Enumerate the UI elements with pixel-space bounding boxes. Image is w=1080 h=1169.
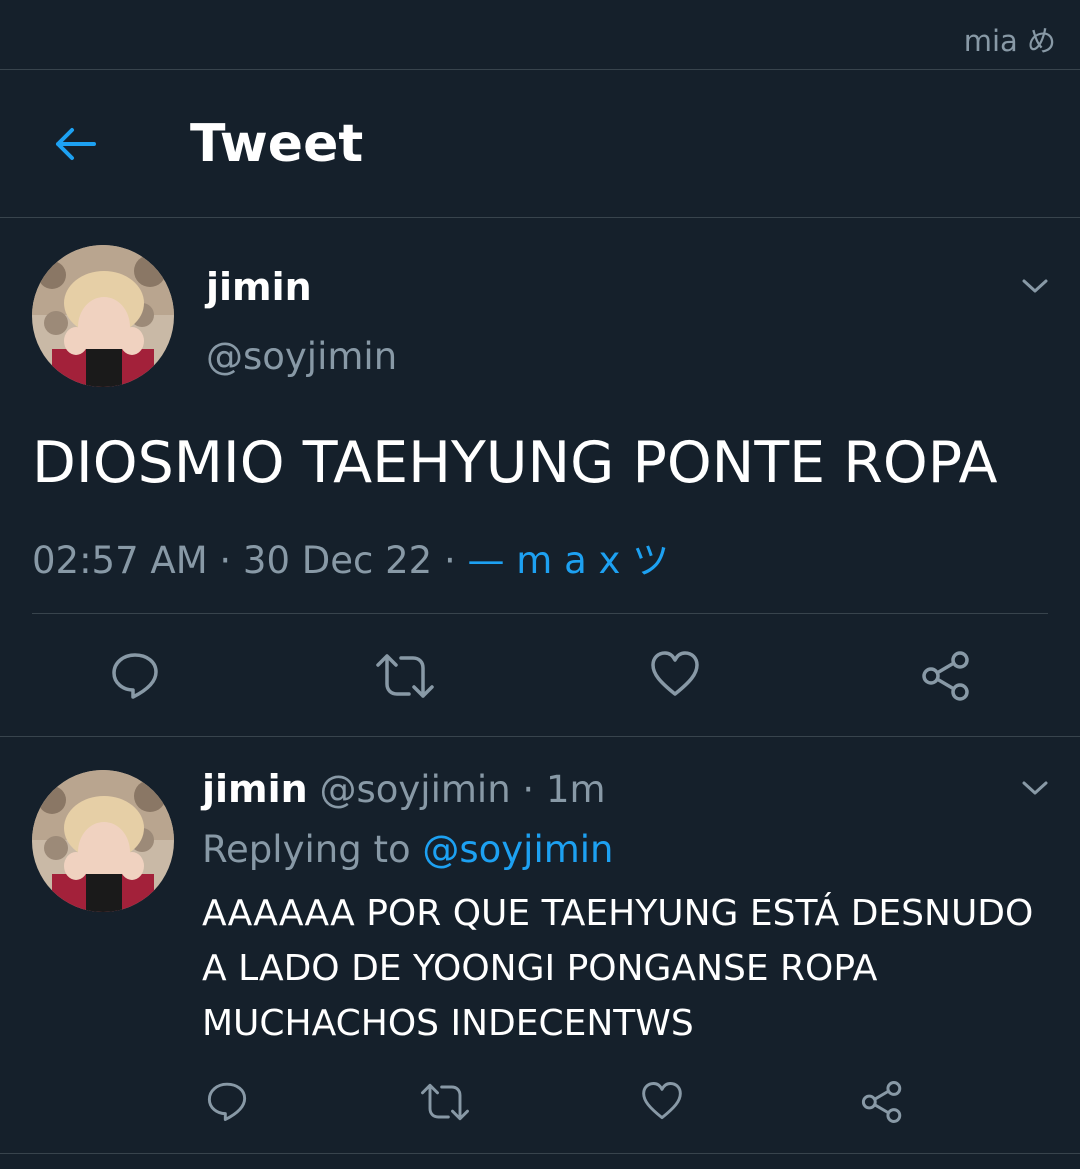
heart-icon[interactable]	[650, 650, 700, 698]
reply-header: jimin @soyjimin · 1m	[202, 767, 606, 811]
top-header: Tweet	[0, 70, 1080, 218]
tweet-text: DIOSMIO TAEHYUNG PONTE ROPA	[32, 430, 998, 496]
meta-separator: ·	[432, 539, 468, 582]
replying-to: Replying to @soyjimin	[202, 828, 614, 871]
share-icon[interactable]	[860, 1080, 904, 1124]
avatar-image	[32, 245, 174, 387]
divider	[0, 1153, 1080, 1154]
tweet-date: 30 Dec 22	[242, 539, 433, 582]
tweet-source[interactable]: — m a x ツ	[468, 539, 670, 582]
reply-separator: ·	[510, 768, 546, 811]
speech-bubble-icon[interactable]	[110, 650, 160, 700]
avatar[interactable]	[32, 245, 174, 387]
reply-handle[interactable]: @soyjimin	[320, 768, 511, 811]
reply-mention-link[interactable]: @soyjimin	[422, 828, 613, 871]
retweet-icon[interactable]	[420, 1082, 470, 1122]
heart-icon[interactable]	[641, 1081, 683, 1121]
reply-age: 1m	[545, 768, 606, 811]
replying-prefix: Replying to	[202, 828, 423, 871]
retweet-icon[interactable]	[375, 652, 435, 700]
status-tag: mia め	[963, 24, 1056, 58]
reply-display-name[interactable]: jimin	[202, 767, 308, 811]
tweet-meta: 02:57 AM · 30 Dec 22 · — m a x ツ	[32, 530, 669, 584]
reply-text: AAAAAA POR QUE TAEHYUNG ESTÁ DESNUDO A L…	[202, 893, 1034, 1044]
meta-separator: ·	[207, 539, 243, 582]
avatar-image	[32, 770, 174, 912]
arrow-left-icon[interactable]	[50, 120, 98, 168]
page-title: Tweet	[190, 114, 364, 174]
tweet-actions	[0, 614, 1080, 737]
avatar[interactable]	[32, 770, 174, 912]
display-name[interactable]: jimin	[206, 265, 312, 309]
user-handle[interactable]: @soyjimin	[206, 335, 397, 378]
tweet-time: 02:57 AM	[32, 539, 208, 582]
chevron-down-icon[interactable]	[1020, 778, 1050, 798]
speech-bubble-icon[interactable]	[206, 1080, 248, 1122]
status-bar: mia め	[0, 0, 1080, 70]
chevron-down-icon[interactable]	[1020, 276, 1050, 296]
share-icon[interactable]	[920, 650, 972, 702]
